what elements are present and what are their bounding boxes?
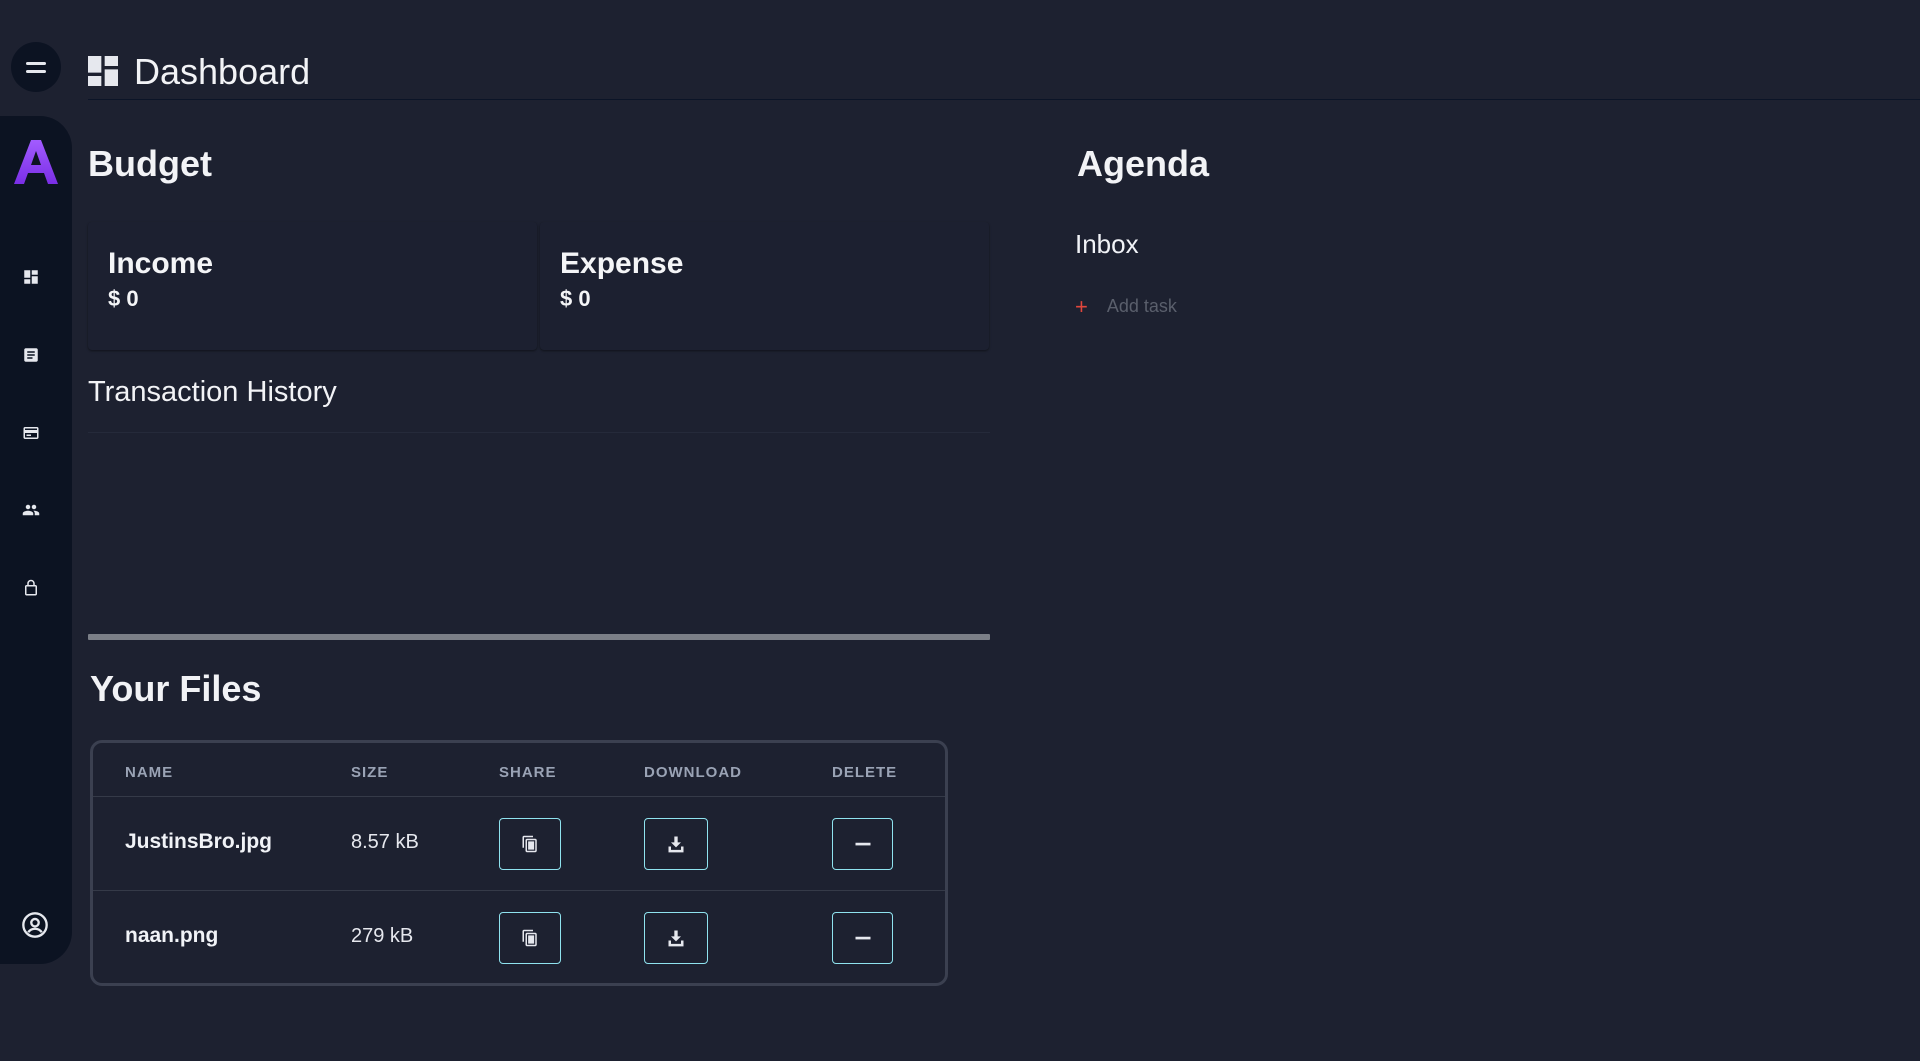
transaction-history-title: Transaction History bbox=[88, 376, 337, 408]
copy-icon bbox=[522, 835, 537, 853]
file-name: JustinsBro.jpg bbox=[125, 830, 273, 853]
share-button[interactable] bbox=[499, 818, 561, 870]
download-icon bbox=[668, 836, 684, 853]
table-row: JustinsBro.jpg 8.57 kB bbox=[93, 798, 945, 891]
menu-toggle-button[interactable] bbox=[11, 42, 61, 92]
table-row: naan.png 279 kB bbox=[93, 892, 945, 985]
app-logo bbox=[14, 140, 58, 184]
minus-icon bbox=[855, 936, 870, 940]
income-value: $ 0 bbox=[108, 286, 139, 311]
files-table: NAME SIZE SHARE DOWNLOAD DELETE JustinsB… bbox=[90, 740, 948, 986]
sidebar-item-budget[interactable] bbox=[20, 422, 42, 444]
hamburger-icon bbox=[26, 61, 46, 73]
sidebar-item-security[interactable] bbox=[20, 577, 42, 599]
dashboard-icon bbox=[88, 56, 118, 86]
files-title: Your Files bbox=[90, 668, 262, 709]
sidebar-item-dashboard[interactable] bbox=[20, 266, 42, 288]
column-header-download: DOWNLOAD bbox=[644, 764, 742, 781]
download-button[interactable] bbox=[644, 818, 708, 870]
plus-icon: + bbox=[1075, 293, 1088, 319]
sidebar-item-notes[interactable] bbox=[20, 344, 42, 366]
transaction-history-divider bbox=[88, 432, 990, 433]
minus-icon bbox=[855, 842, 870, 846]
file-size: 279 kB bbox=[351, 925, 414, 947]
sidebar-item-people[interactable] bbox=[20, 499, 42, 521]
delete-button[interactable] bbox=[832, 912, 893, 964]
copy-icon bbox=[522, 929, 537, 947]
inbox-label: Inbox bbox=[1075, 229, 1139, 259]
add-task-button[interactable]: + Add task bbox=[1075, 293, 1177, 319]
expense-value: $ 0 bbox=[560, 286, 591, 311]
page-header: Dashboard bbox=[88, 48, 1920, 100]
people-icon bbox=[22, 504, 40, 516]
file-size: 8.57 kB bbox=[351, 831, 419, 853]
download-button[interactable] bbox=[644, 912, 708, 964]
account-circle-icon[interactable] bbox=[21, 911, 49, 939]
column-header-share: SHARE bbox=[499, 764, 557, 781]
income-card: Income $ 0 bbox=[88, 222, 537, 350]
sidebar-rail bbox=[0, 116, 72, 964]
expense-card: Expense $ 0 bbox=[540, 222, 989, 350]
budget-title: Budget bbox=[88, 143, 212, 184]
download-icon bbox=[668, 930, 684, 947]
column-header-size: SIZE bbox=[351, 764, 389, 781]
income-label: Income bbox=[108, 247, 214, 280]
add-task-label: Add task bbox=[1106, 296, 1177, 316]
delete-button[interactable] bbox=[832, 818, 893, 870]
page-title: Dashboard bbox=[134, 51, 311, 92]
files-table-header: NAME SIZE SHARE DOWNLOAD DELETE bbox=[93, 743, 945, 797]
column-header-delete: DELETE bbox=[832, 764, 898, 781]
notes-icon bbox=[24, 348, 38, 362]
lock-icon bbox=[25, 579, 37, 596]
dashboard-icon bbox=[24, 270, 38, 284]
column-header-name: NAME bbox=[125, 764, 174, 781]
budget-card-icon bbox=[23, 427, 39, 439]
share-button[interactable] bbox=[499, 912, 561, 964]
agenda-title: Agenda bbox=[1077, 143, 1210, 184]
file-name: naan.png bbox=[125, 924, 219, 947]
expense-label: Expense bbox=[560, 247, 684, 280]
transaction-history-scrollbar[interactable] bbox=[88, 634, 990, 640]
